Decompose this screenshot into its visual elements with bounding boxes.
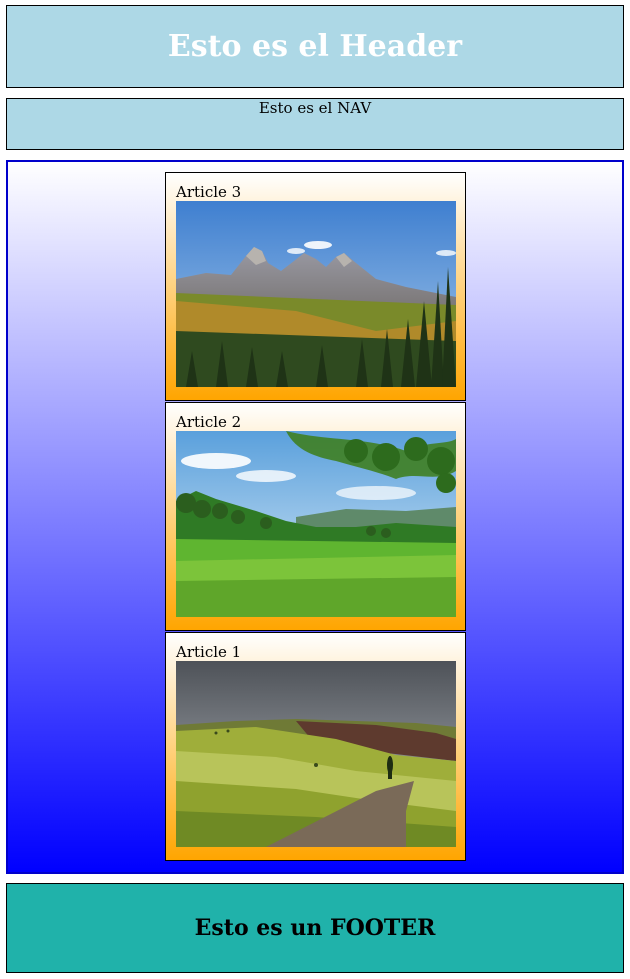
page-header: Esto es el Header: [6, 5, 624, 88]
mountain-landscape-image: [176, 201, 456, 387]
green-meadow-landscape-image: [176, 431, 456, 617]
article-title: Article 3: [176, 183, 242, 201]
rolling-hills-road-landscape-image: [176, 661, 456, 847]
footer-text: Esto es un FOOTER: [194, 915, 436, 941]
article-card: Article 2: [165, 402, 466, 631]
nav-text: Esto es el NAV: [258, 99, 372, 117]
article-title: Article 1: [176, 643, 242, 661]
header-title: Esto es el Header: [167, 29, 463, 64]
article-card: Article 1: [165, 632, 466, 861]
article-title: Article 2: [176, 413, 242, 431]
nav-bar: Esto es el NAV: [6, 98, 624, 150]
page-footer: Esto es un FOOTER: [6, 883, 624, 973]
main-content: Article 3 Article 2 Article 1: [6, 160, 624, 874]
page: Esto es el Header Esto es el NAV Article…: [0, 0, 630, 979]
article-card: Article 3: [165, 172, 466, 401]
